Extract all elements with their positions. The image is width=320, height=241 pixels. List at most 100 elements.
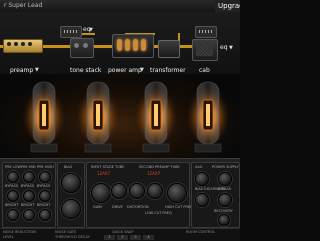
threshold-label: THRESHOLD [55,235,77,239]
preamp-label[interactable]: preamp [10,67,33,74]
knob-label: DRIVE [112,205,123,209]
recovery-label: RECOVERY [214,209,233,213]
tube-icon [133,39,138,51]
pre-mid-knob[interactable] [23,171,35,183]
bypass-knob[interactable] [39,190,51,202]
power-amp-block[interactable] [112,34,154,58]
noise-gate-label: NOISE GATE [55,230,77,234]
cab-grille-icon [196,43,213,56]
input-stage-value[interactable]: 12AX7 [97,171,110,176]
bypass-label: BYPASS [218,187,232,191]
upgrade-button[interactable]: Upgrad [215,0,240,12]
tube-icon [134,81,178,153]
sag-label: SAG [195,165,203,169]
high-cut-knob[interactable] [167,183,187,203]
bottom-bar: NOISE REDUCTION NOISE GATE QUICK SNAP RO… [0,228,240,241]
bias-label: BIAS [64,165,73,169]
snap-button[interactable]: 2 [117,235,128,240]
quick-snap-label: QUICK SNAP [112,230,134,234]
tone-stack-label[interactable]: tone stack [70,67,101,74]
power-supply-label: POWER SUPPLY [212,165,239,169]
eq-label-2[interactable]: eq [220,44,228,51]
knob-icon [74,43,79,48]
knob-label: DISTORTION [127,205,149,209]
knob-label: PRE LOW [5,165,21,169]
power-amp-label[interactable]: power amp [108,67,142,74]
knob-label: LOW CUT FREQ [145,211,172,215]
snap-buttons: 1 2 3 4 [104,235,154,240]
bias-excursion-knob[interactable] [195,193,209,207]
cab-block[interactable] [192,39,218,61]
power-supply-section: SAG POWER SUPPLY BIAS EXCURSION BYPASS R… [191,162,240,228]
knob-label: GAIN [93,205,102,209]
transformer-block[interactable] [158,40,180,58]
knob-label: HIGH CUT FREQ [165,205,193,209]
tube-icon [141,39,146,51]
pre-low-knob[interactable] [7,171,19,183]
preamp-knob-icon [7,42,11,46]
tube-icon [186,81,230,153]
drive-knob[interactable] [111,183,127,199]
control-panel: PRE LOW PRE MID PRE HIGH BYPASS BYPASS B… [0,158,240,229]
tube-select-section: INPUT STAGE TUBE 12AX7 SECOND PREAMP TUB… [86,162,193,228]
bright-knob[interactable] [39,209,51,221]
bypass-knob[interactable] [7,190,19,202]
tube-display [0,74,240,158]
power-supply-knob[interactable] [218,172,232,186]
preamp-knob-icon [21,42,25,46]
preamp-knob-icon [14,42,18,46]
bright-knob[interactable] [7,209,19,221]
preamp-eq-section: PRE LOW PRE MID PRE HIGH BYPASS BYPASS B… [2,162,56,228]
level-label: LEVEL [3,235,14,239]
pre-high-knob[interactable] [39,171,51,183]
eq-block[interactable] [60,26,82,38]
preset-name[interactable]: r Super Lead [4,2,42,9]
tube-icon [125,39,130,51]
knob-label: BYPASS [37,184,51,188]
input-stage-label: INPUT STAGE TUBE [91,165,125,169]
distortion-knob[interactable] [129,183,145,199]
knob-label: BRIGHT [37,203,51,207]
knob-label: BYPASS [21,184,35,188]
eq-block-2[interactable] [195,26,217,38]
snap-button[interactable]: 3 [130,235,141,240]
bias-knob[interactable] [61,173,81,193]
knob-label: BRIGHT [5,203,19,207]
decay-label: DECAY [78,235,90,239]
second-stage-value[interactable]: 12AX7 [147,171,160,176]
chevron-down-icon[interactable]: ▼ [140,67,144,73]
tube-illustration [22,81,230,153]
tube-icon [117,39,122,51]
chevron-down-icon[interactable]: ▼ [35,67,39,73]
sag-knob[interactable] [195,172,209,186]
low-cut-knob[interactable] [147,183,163,199]
cab-label[interactable]: cab [199,67,210,74]
second-stage-label: SECOND PREAMP TUBE [139,165,180,169]
knob-icon [83,43,88,48]
eq-sliders-icon [199,30,213,33]
tone-stack-block[interactable] [70,38,94,58]
bypass-knob-right[interactable] [218,193,232,207]
bias-knob-2[interactable] [61,199,81,219]
knob-label: PRE HIGH [37,165,54,169]
transformer-label[interactable]: transformer [150,67,186,74]
gain-knob[interactable] [91,183,111,203]
snap-button[interactable]: 4 [143,235,154,240]
eq-sliders-icon [64,30,78,33]
recovery-knob[interactable] [218,214,230,226]
tube-icon [22,81,66,153]
chevron-down-icon[interactable]: ▼ [229,45,233,51]
preamp-knob-icon [28,42,32,46]
signal-chain: preamp ▼ eq ▼ tone stack power amp ▼ tra… [0,12,240,74]
preamp-block[interactable] [3,39,43,53]
bypass-knob[interactable] [23,190,35,202]
noise-reduction-label: NOISE REDUCTION [3,230,36,234]
snap-button[interactable]: 1 [104,235,115,240]
bright-knob[interactable] [23,209,35,221]
chevron-down-icon[interactable]: ▼ [89,27,93,33]
bias-section: BIAS [57,162,85,228]
knob-label: BYPASS [5,184,19,188]
knob-label: BRIGHT [21,203,35,207]
room-control-label: ROOM CONTROL [186,230,216,234]
knob-label: PRE MID [21,165,36,169]
